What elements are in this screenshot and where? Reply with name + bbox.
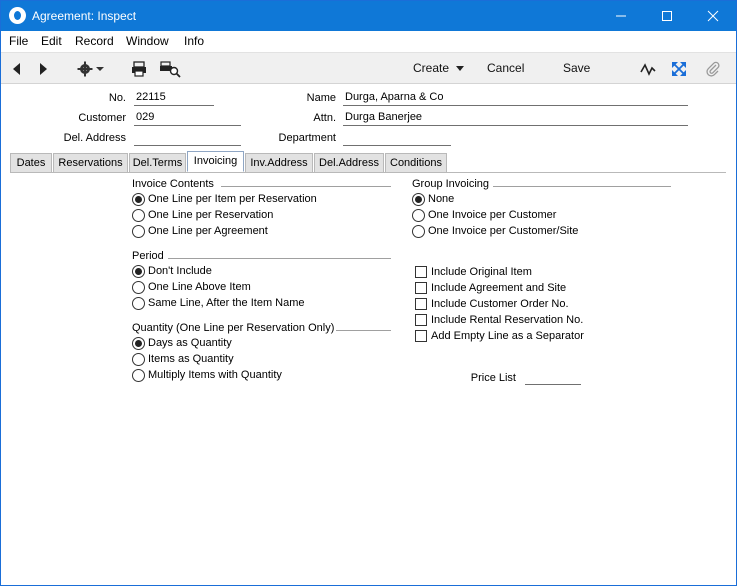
tab-dates[interactable]: Dates [10,153,52,172]
print-icon[interactable] [130,60,148,78]
tab-divider [10,172,726,173]
form-area: No. 22115 Customer 029 Del. Address Name… [1,84,736,585]
del-address-field[interactable] [134,131,241,146]
no-field[interactable]: 22115 [134,91,214,106]
price-list-field[interactable] [525,370,581,385]
fullscreen-icon[interactable] [670,60,688,78]
previous-record-icon[interactable] [8,60,26,78]
menu-bar: File Edit Record Window Info [1,31,736,52]
department-field[interactable] [343,131,451,146]
radio-button[interactable] [132,225,145,238]
radio-button[interactable] [132,281,145,294]
app-window: Agreement: Inspect File Edit Record Wind… [0,0,737,586]
invoice-contents-rule [221,186,391,187]
close-icon [707,10,719,22]
radio-button[interactable] [132,209,145,222]
checkbox-label: Include Original Item [431,266,532,278]
checkbox[interactable] [415,298,427,310]
menu-edit[interactable]: Edit [41,34,62,48]
attachment-icon[interactable] [704,60,722,78]
save-button[interactable]: Save [563,53,590,84]
close-button[interactable] [690,1,736,31]
attn-label: Attn. [313,112,336,124]
group-invoicing-option-label: One Invoice per Customer/Site [428,225,579,237]
gear-icon[interactable] [76,60,106,78]
radio-button[interactable] [132,353,145,366]
quantity-option-label: Items as Quantity [148,353,234,365]
toolbar: Create Cancel Save [1,52,736,84]
tab-conditions[interactable]: Conditions [385,153,447,172]
no-label: No. [108,92,126,104]
tab-inv-address[interactable]: Inv.Address [245,153,313,172]
minimize-button[interactable] [598,1,644,31]
print-preview-icon[interactable] [159,60,181,78]
create-button[interactable]: Create [413,53,465,84]
checkbox-label: Include Rental Reservation No. [431,314,584,326]
radio-button[interactable] [412,209,425,222]
quantity-option-label: Days as Quantity [148,337,232,349]
quantity-rule [336,330,391,331]
checkbox-label: Include Agreement and Site [431,282,567,294]
invoice-contents-option-label: One Line per Reservation [148,209,274,221]
chevron-down-icon [456,65,465,71]
tab-invoicing[interactable]: Invoicing [187,151,244,172]
quantity-option-label: Multiply Items with Quantity [148,369,282,381]
minimize-icon [616,15,626,17]
app-logo-icon [9,7,26,24]
checkbox-label: Include Customer Order No. [431,298,569,310]
menu-info[interactable]: Info [184,34,204,48]
customer-label: Customer [78,112,126,124]
period-option-label: One Line Above Item [148,281,251,293]
customer-field[interactable]: 029 [134,111,241,126]
invoice-contents-option-label: One Line per Agreement [148,225,268,237]
radio-button[interactable] [412,193,425,206]
group-invoicing-rule [493,186,671,187]
radio-button[interactable] [132,369,145,382]
title-bar[interactable]: Agreement: Inspect [1,1,736,31]
period-option-label: Don't Include [148,265,212,277]
checkbox[interactable] [415,330,427,342]
period-title: Period [132,250,164,262]
activity-icon[interactable] [640,60,658,78]
next-record-icon[interactable] [34,60,52,78]
window-title: Agreement: Inspect [32,9,137,23]
checkbox[interactable] [415,314,427,326]
radio-button[interactable] [412,225,425,238]
create-label: Create [413,61,450,75]
radio-button[interactable] [132,193,145,206]
radio-button[interactable] [132,265,145,278]
radio-button[interactable] [132,337,145,350]
cancel-button[interactable]: Cancel [487,53,524,84]
group-invoicing-title: Group Invoicing [412,178,490,190]
department-label: Department [278,132,336,144]
menu-record[interactable]: Record [75,34,114,48]
invoice-contents-option-label: One Line per Item per Reservation [148,193,317,205]
checkbox[interactable] [415,282,427,294]
invoice-contents-title: Invoice Contents [132,178,214,190]
attn-field[interactable]: Durga Banerjee [343,111,688,126]
name-label: Name [306,92,336,104]
tab-del-address[interactable]: Del.Address [314,153,384,172]
group-invoicing-option-label: One Invoice per Customer [428,209,557,221]
period-rule [168,258,391,259]
checkbox[interactable] [415,266,427,278]
group-invoicing-option-label: None [428,193,455,205]
period-option-label: Same Line, After the Item Name [148,297,305,309]
del-address-label: Del. Address [63,132,126,144]
radio-button[interactable] [132,297,145,310]
tab-reservations[interactable]: Reservations [53,153,128,172]
quantity-title: Quantity (One Line per Reservation Only) [132,322,335,334]
maximize-icon [662,11,672,21]
tab-del-terms[interactable]: Del.Terms [129,153,186,172]
menu-file[interactable]: File [9,34,28,48]
name-field[interactable]: Durga, Aparna & Co [343,91,688,106]
price-list-label: Price List [470,372,516,384]
maximize-button[interactable] [644,1,690,31]
menu-window[interactable]: Window [126,34,169,48]
checkbox-label: Add Empty Line as a Separator [431,330,584,342]
